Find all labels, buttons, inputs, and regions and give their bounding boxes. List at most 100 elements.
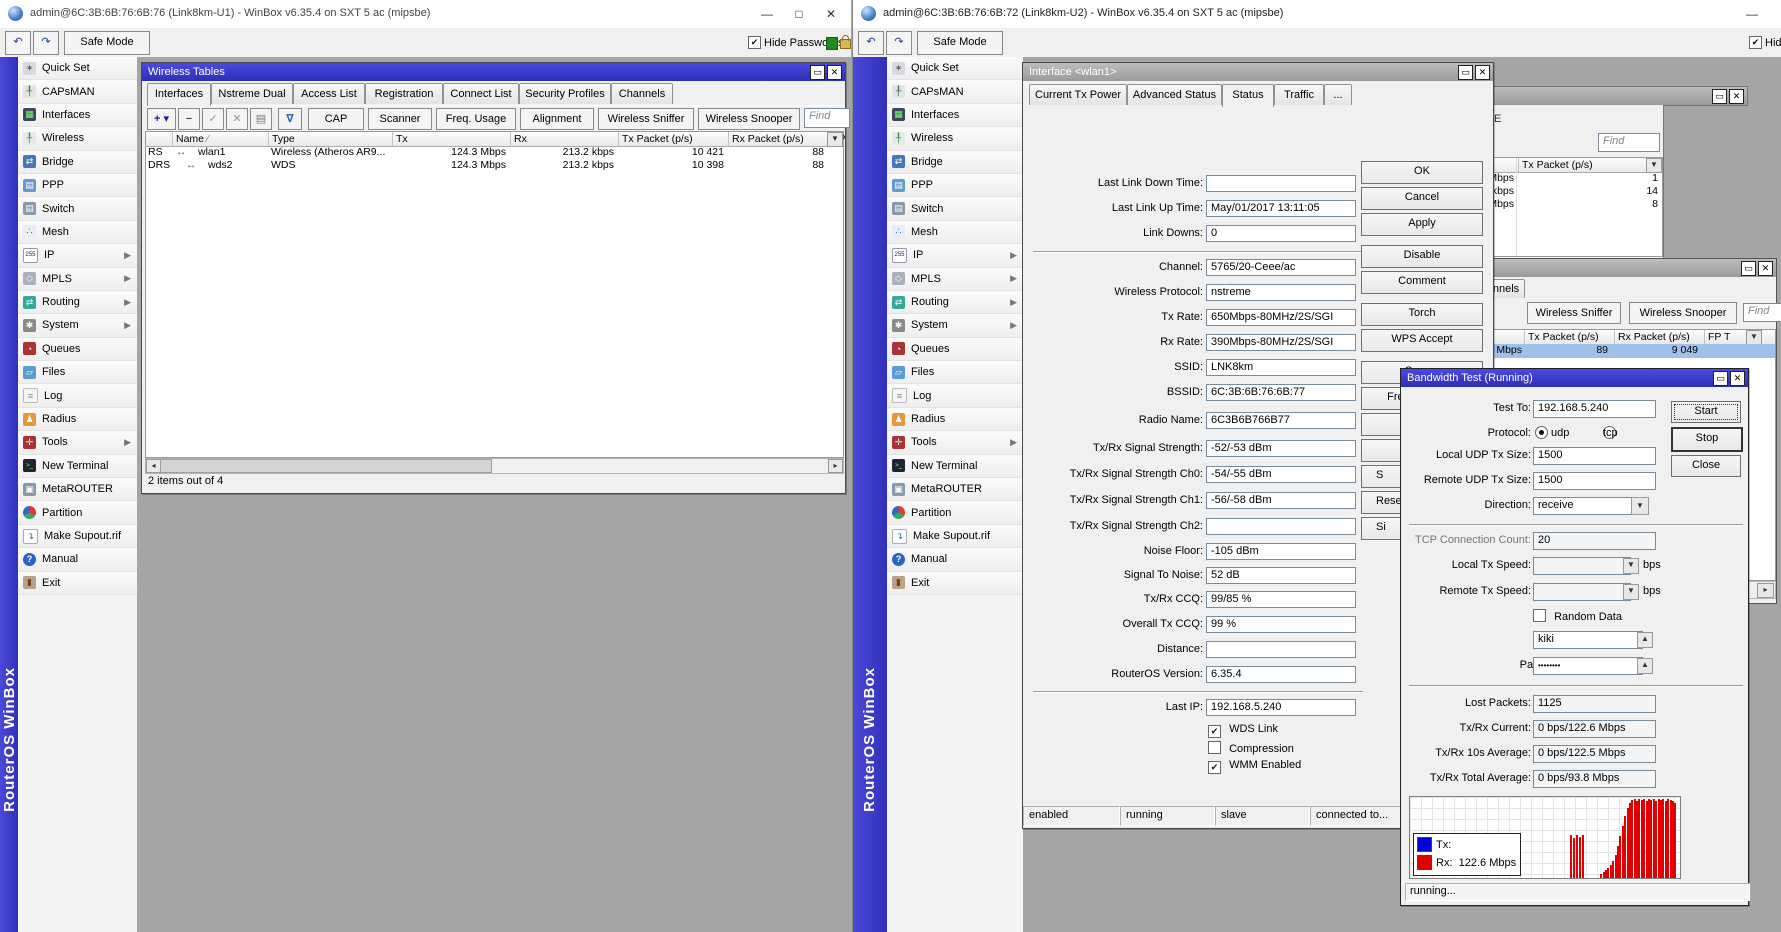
sidebar-item-queues[interactable]: ◔ Queues — [887, 337, 1023, 362]
maximize-icon[interactable]: ▭ — [1712, 88, 1727, 104]
wds-link-row[interactable]: ✔ WDS Link — [1208, 723, 1278, 738]
field-value[interactable]: 192.168.5.240 — [1206, 699, 1356, 716]
sidebar-item-metarouter[interactable]: ▣ MetaROUTER — [18, 478, 137, 502]
remote-udp-input[interactable]: 1500 — [1533, 472, 1656, 490]
tab-status[interactable]: Status — [1222, 84, 1274, 107]
close-icon[interactable]: ✕ — [827, 64, 842, 80]
dropdown-icon[interactable]: ▼ — [1631, 497, 1649, 515]
maximize-icon[interactable]: ▭ — [810, 64, 825, 80]
dropdown-icon[interactable]: ▼ — [1623, 584, 1639, 600]
column-fp-tx[interactable]: FP T — [1704, 330, 1750, 344]
column-type[interactable]: Type — [268, 132, 396, 146]
sidebar-item-interfaces[interactable]: ▦ Interfaces — [18, 103, 137, 128]
sidebar-item-quick-set[interactable]: ✶ Quick Set — [887, 57, 1023, 81]
wmm-enabled-row[interactable]: ✔ WMM Enabled — [1208, 759, 1301, 774]
column-tx-packet[interactable]: Tx Packet (p/s) — [1524, 330, 1618, 344]
sidebar-item-switch[interactable]: ▤ Switch — [18, 197, 137, 221]
local-speed-input[interactable] — [1533, 557, 1631, 575]
add-button[interactable]: + ▾ — [147, 108, 176, 130]
sidebar-item-system[interactable]: ✱ System ▶ — [18, 314, 137, 338]
field-value[interactable] — [1206, 641, 1356, 658]
field-value[interactable]: May/01/2017 13:11:05 — [1206, 200, 1356, 217]
sidebar-item-interfaces[interactable]: ▦ Interfaces — [887, 103, 1023, 128]
sidebar-item-metarouter[interactable]: ▣ MetaROUTER — [887, 478, 1023, 502]
sidebar-item-tools[interactable]: ✛ Tools ▶ — [18, 431, 137, 455]
sidebar-item-ip[interactable]: 255 IP ▶ — [887, 244, 1023, 268]
scanner-button[interactable]: Scanner — [368, 108, 432, 130]
table-row[interactable]: RS ↔ wlan1 Wireless (Atheros AR9... 124.… — [146, 146, 843, 159]
field-value[interactable]: -105 dBm — [1206, 543, 1356, 560]
close-icon[interactable]: ✕ — [1758, 260, 1773, 276]
redo-icon[interactable]: ↷ — [886, 31, 912, 55]
column-chooser-icon[interactable]: ▼ — [1646, 158, 1662, 173]
sidebar-item-mesh[interactable]: ∴ Mesh — [887, 220, 1023, 245]
stop-button[interactable]: Stop — [1671, 427, 1743, 452]
torch-button[interactable]: Torch — [1361, 303, 1483, 326]
column-chooser-icon[interactable]: ▼ — [1746, 330, 1762, 345]
comment-button[interactable]: Comment — [1361, 271, 1483, 294]
wps-accept-button[interactable]: WPS Accept — [1361, 329, 1483, 352]
direction-select[interactable]: receive — [1533, 497, 1639, 515]
column-rx-packet[interactable]: Rx Packet (p/s) — [728, 132, 832, 146]
enable-button[interactable]: ✓ — [202, 108, 224, 130]
wireless-sniffer-button[interactable]: Wireless Sniffer — [1527, 302, 1621, 324]
local-udp-input[interactable]: 1500 — [1533, 447, 1656, 465]
hide-passwords-checkbox[interactable]: ✔ — [1749, 36, 1762, 49]
tab-traffic[interactable]: Traffic — [1274, 84, 1324, 105]
field-value[interactable]: -56/-58 dBm — [1206, 492, 1356, 509]
field-value[interactable]: -54/-55 dBm — [1206, 466, 1356, 483]
random-data-checkbox[interactable] — [1533, 609, 1546, 622]
undo-icon[interactable]: ↶ — [858, 31, 884, 55]
sidebar-item-radius[interactable]: ♟ Radius — [18, 407, 137, 432]
field-value[interactable]: 390Mbps-80MHz/2S/SGI — [1206, 334, 1356, 351]
remote-speed-input[interactable] — [1533, 583, 1631, 601]
redo-icon[interactable]: ↷ — [33, 31, 59, 55]
user-input[interactable]: kiki — [1533, 631, 1643, 649]
compression-row[interactable]: Compression — [1208, 741, 1294, 755]
sidebar-item-radius[interactable]: ♟ Radius — [887, 407, 1023, 432]
sidebar-item-exit[interactable]: ▮ Exit — [887, 571, 1023, 595]
undo-icon[interactable]: ↶ — [5, 31, 31, 55]
sidebar-item-log[interactable]: ≡ Log — [887, 384, 1023, 408]
ok-button[interactable]: OK — [1361, 161, 1483, 184]
tab-nstreme-dual[interactable]: Nstreme Dual — [211, 83, 293, 104]
filter-icon[interactable]: ∇ — [278, 108, 302, 130]
field-value[interactable]: 0 — [1206, 225, 1356, 242]
safe-mode-button[interactable]: Safe Mode — [64, 31, 150, 55]
cap-button[interactable]: CAP — [308, 108, 364, 130]
minimize-icon[interactable]: — — [1741, 6, 1763, 22]
close-icon[interactable]: ✕ — [1730, 370, 1745, 386]
table-row[interactable]: DRS ↔ wds2 WDS 124.3 Mbps 213.2 kbps 10 … — [146, 159, 843, 172]
sidebar-item-new-terminal[interactable]: >_ New Terminal — [18, 454, 137, 479]
close-icon[interactable]: ✕ — [820, 6, 842, 22]
apply-button[interactable]: Apply — [1361, 213, 1483, 236]
wds-link-checkbox[interactable]: ✔ — [1208, 725, 1221, 738]
tab-access-list[interactable]: Access List — [293, 83, 365, 104]
sidebar-item-system[interactable]: ✱ System ▶ — [887, 314, 1023, 338]
sidebar-item-make-supout-rif[interactable]: ↴ Make Supout.rif — [887, 524, 1023, 549]
sidebar-item-mpls[interactable]: ◇ MPLS ▶ — [887, 267, 1023, 291]
column-tx[interactable]: Tx — [392, 132, 514, 146]
field-value[interactable]: 650Mbps-80MHz/2S/SGI — [1206, 309, 1356, 326]
sidebar-item-capsman[interactable]: ╀ CAPsMAN — [18, 80, 137, 104]
tab-current-tx-power[interactable]: Current Tx Power — [1029, 84, 1127, 105]
protocol-udp-radio[interactable] — [1535, 426, 1548, 439]
sidebar-item-tools[interactable]: ✛ Tools ▶ — [887, 431, 1023, 455]
safe-mode-button[interactable]: Safe Mode — [917, 31, 1003, 55]
test-to-input[interactable]: 192.168.5.240 — [1533, 400, 1656, 418]
sidebar-item-manual[interactable]: ? Manual — [887, 548, 1023, 572]
column-name[interactable]: Name ∕ — [172, 132, 272, 146]
column-rx[interactable]: Rx — [510, 132, 622, 146]
field-value[interactable]: 6C:3B:6B:76:6B:77 — [1206, 384, 1356, 401]
tab-advanced-status[interactable]: Advanced Status — [1127, 84, 1222, 105]
tab-security-profiles[interactable]: Security Profiles — [519, 83, 611, 104]
column-flags[interactable] — [146, 132, 175, 146]
password-input[interactable]: •••••••• — [1533, 657, 1643, 675]
compression-checkbox[interactable] — [1208, 741, 1221, 754]
tab-more[interactable]: ... — [1324, 84, 1352, 105]
scroll-right-icon[interactable]: ▸ — [1757, 583, 1774, 598]
alignment-button[interactable]: Alignment — [520, 108, 594, 130]
field-value[interactable] — [1206, 518, 1356, 535]
horizontal-scrollbar[interactable]: ◂ ▸ — [145, 458, 844, 474]
sidebar-item-partition[interactable]: Partition — [18, 501, 137, 525]
